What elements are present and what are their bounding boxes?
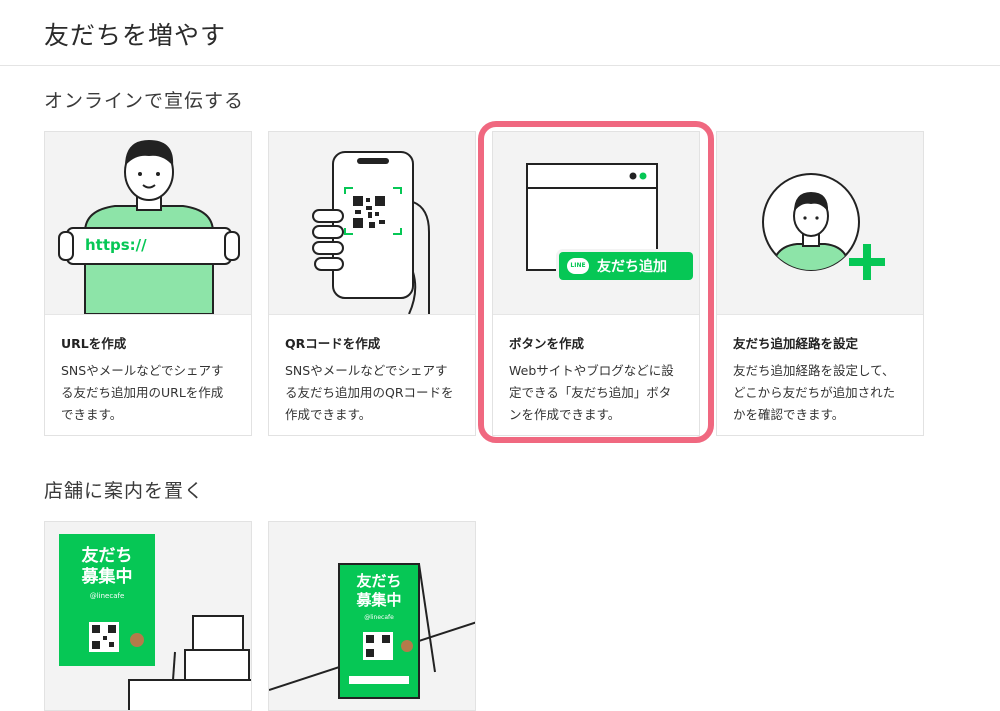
poster-title: 友だち 募集中: [81, 546, 133, 587]
title-divider: [0, 65, 1000, 66]
card-illustration: [717, 132, 923, 315]
highlight-frame: [478, 121, 714, 443]
phone-qr-code-icon: [312, 151, 430, 314]
store-card-table-tent[interactable]: 友だち 募集中 @linecafe: [268, 521, 476, 711]
page-title: 友だちを増やす: [44, 21, 227, 50]
card-description: 友だち追加経路を設定して、どこから友だちが追加されたかを確認できます。: [733, 363, 896, 422]
card-set-add-route[interactable]: 友だち追加経路を設定 友だち追加経路を設定して、どこから友だちが追加されたかを確…: [716, 131, 924, 436]
url-sign-text: https://: [85, 236, 147, 254]
card-description: SNSやメールなどでシェアする友だち追加用のQRコードを作成できます。: [285, 363, 454, 422]
section-title-online: オンラインで宣伝する: [44, 90, 245, 112]
poster-handle: @linecafe: [89, 592, 125, 600]
card-title: URLを作成: [61, 336, 127, 351]
card-title: 友だち追加経路を設定: [733, 336, 859, 351]
card-illustration: https://: [45, 132, 251, 315]
card-title: QRコードを作成: [285, 336, 381, 351]
person-holding-url-sign-icon: [58, 140, 240, 314]
section-title-store: 店舗に案内を置く: [44, 480, 205, 502]
store-card-poster[interactable]: 友だち 募集中 @linecafe: [44, 521, 252, 711]
card-create-url[interactable]: https:// URLを作成 SNSやメールなどでシェアする友だち追加用のUR…: [44, 131, 252, 436]
tent-title: 友だち 募集中: [356, 572, 402, 609]
person-add-icon: [762, 173, 885, 280]
card-create-qr[interactable]: QRコードを作成 SNSやメールなどでシェアする友だち追加用のQRコードを作成で…: [268, 131, 476, 436]
card-description: SNSやメールなどでシェアする友だち追加用のURLを作成できます。: [61, 363, 224, 422]
card-illustration: [269, 132, 475, 315]
tent-handle: @linecafe: [364, 614, 394, 621]
